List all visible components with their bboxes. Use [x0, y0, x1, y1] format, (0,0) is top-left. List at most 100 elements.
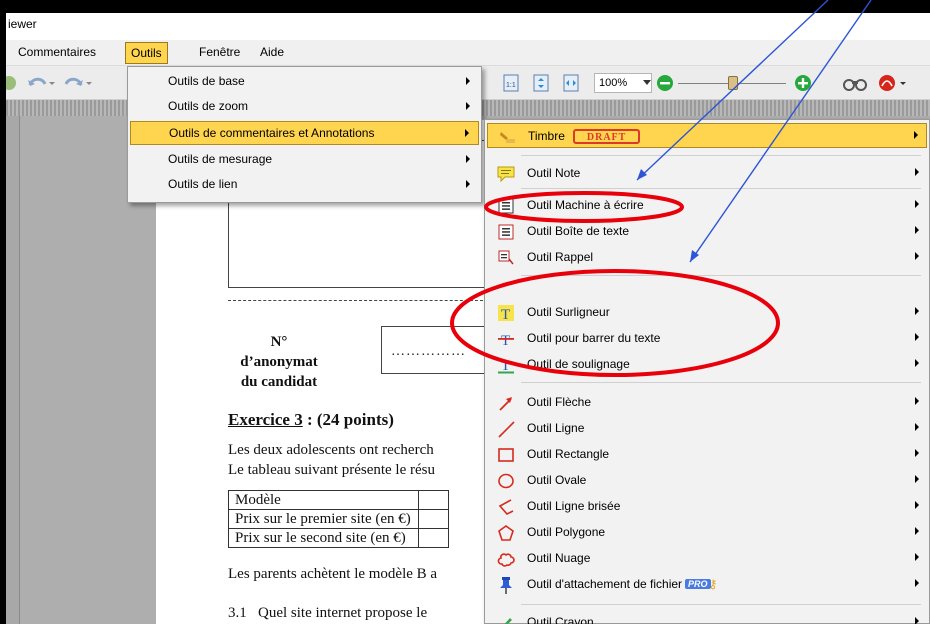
- menu-item-outil-surligneur[interactable]: T Outil Surligneur: [487, 300, 927, 325]
- menu-item-label: Outil Machine à écrire: [527, 198, 644, 212]
- submenu-arrow-icon: [915, 449, 919, 457]
- menu-item-label: Outils de commentaires et Annotations: [169, 126, 375, 140]
- table-row: Prix sur le second site (en €): [228, 528, 449, 548]
- menu-separator: [521, 382, 921, 383]
- menu-item-outil-soulignage[interactable]: T Outil de soulignage: [487, 352, 927, 377]
- menu-item-outil-rappel[interactable]: Outil Rappel: [487, 245, 927, 270]
- anonymat-line2: du candidat: [240, 374, 318, 390]
- table-cell: Prix sur le premier site (en €): [228, 509, 419, 529]
- menu-item-label: Outils de base: [168, 74, 245, 88]
- callout-icon: [498, 250, 514, 265]
- polygon-tool-icon: [498, 525, 514, 541]
- menu-item-outil-note[interactable]: Outil Note: [487, 161, 927, 186]
- redo-icon[interactable]: [64, 74, 94, 92]
- menu-item-label: Outil Polygone: [527, 525, 606, 539]
- menu-item-outil-attachement-fichier[interactable]: Outil d'attachement de fichier PRO⚷: [487, 572, 927, 597]
- menu-item-outil-machine-a-ecrire[interactable]: Outil Machine à écrire: [487, 193, 927, 218]
- pencil-icon: [504, 618, 512, 624]
- binoculars-icon[interactable]: [840, 74, 870, 92]
- table-row: Modèle: [228, 490, 449, 510]
- menu-commentaires[interactable]: Commentaires: [18, 45, 96, 59]
- fit-width-icon[interactable]: [562, 74, 580, 92]
- submenu-arrow-icon: [465, 129, 469, 137]
- cloud-tool-icon: [497, 553, 515, 567]
- menu-separator: [521, 604, 921, 605]
- textbox-icon: [498, 224, 514, 240]
- zoom-in-icon[interactable]: [794, 74, 812, 92]
- menu-item-label: Outils de mesurage: [168, 152, 273, 166]
- submenu-arrow-icon: [915, 501, 919, 509]
- table-row: Prix sur le premier site (en €): [228, 509, 449, 529]
- highlighter-icon: T: [498, 305, 514, 322]
- menu-item-outil-nuage[interactable]: Outil Nuage: [487, 546, 927, 571]
- menu-item-outils-de-base[interactable]: Outils de base: [130, 70, 479, 94]
- submenu-arrow-icon: [915, 475, 919, 483]
- menu-separator: [521, 275, 921, 276]
- anonymat-label: N° d’anonymat du candidat: [230, 332, 328, 392]
- submenu-arrow-icon: [915, 333, 919, 341]
- menu-bar: Commentaires Outils Fenêtre Aide: [6, 40, 930, 66]
- menu-item-outil-barrer-texte[interactable]: T Outil pour barrer du texte: [487, 326, 927, 351]
- table-cell: [418, 528, 449, 548]
- submenu-arrow-icon: [466, 155, 470, 163]
- menu-item-outil-ligne[interactable]: Outil Ligne: [487, 416, 927, 441]
- submenu-arrow-icon: [915, 579, 919, 587]
- paragraph-3: Les parents achètent le modèle B a: [228, 566, 438, 582]
- typewriter-icon: [498, 198, 514, 214]
- question-line: 3.1 Quel site internet propose le: [228, 605, 427, 622]
- note-icon: [497, 166, 515, 183]
- submenu-arrow-icon: [915, 226, 919, 234]
- submenu-arrow-icon: [915, 252, 919, 260]
- table-cell: Modèle: [228, 490, 419, 510]
- submenu-arrow-icon: [915, 397, 919, 405]
- anonymat-line1: N° d’anonymat: [240, 334, 318, 370]
- menu-item-outils-de-lien[interactable]: Outils de lien: [130, 173, 479, 197]
- acrobat-icon[interactable]: [878, 74, 908, 92]
- forward-nav-icon[interactable]: [6, 74, 18, 92]
- menu-item-label: Timbre: [528, 129, 565, 143]
- table-cell: Prix sur le second site (en €): [228, 528, 419, 548]
- menu-item-label: Outil Surligneur: [527, 305, 610, 319]
- fit-page-icon[interactable]: [532, 74, 550, 92]
- window-title: iewer: [8, 17, 37, 31]
- menu-separator: [521, 188, 921, 189]
- zoom-slider-thumb[interactable]: [728, 76, 738, 90]
- exercise-heading: Exercice 3 : (24 points): [228, 410, 394, 430]
- stamp-icon: [500, 132, 515, 143]
- rectangle-tool-icon: [498, 448, 514, 462]
- actual-size-icon[interactable]: 1:1: [502, 74, 520, 92]
- menu-outils[interactable]: Outils: [125, 42, 168, 64]
- menu-item-outil-ovale[interactable]: Outil Ovale: [487, 468, 927, 493]
- arrow-tool-icon: [499, 397, 512, 411]
- menu-item-outil-polygone[interactable]: Outil Polygone: [487, 520, 927, 545]
- question-number: 3.1: [228, 605, 247, 621]
- submenu-arrow-icon: [915, 617, 919, 624]
- annotations-submenu: Timbre DRAFT Outil Note Outil Machine à é…: [484, 119, 930, 624]
- svg-text:T: T: [501, 333, 510, 348]
- paragraph-2: Le tableau suivant présente le résu: [228, 462, 435, 478]
- menu-fenetre[interactable]: Fenêtre: [199, 45, 240, 59]
- menu-item-outil-ligne-brisee[interactable]: Outil Ligne brisée: [487, 494, 927, 519]
- menu-item-outils-de-mesurage[interactable]: Outils de mesurage: [130, 148, 479, 172]
- zoom-level-select[interactable]: 100%: [594, 73, 652, 93]
- chevron-down-icon: [643, 80, 651, 85]
- menu-aide[interactable]: Aide: [260, 45, 284, 59]
- undo-icon[interactable]: [26, 74, 56, 92]
- submenu-arrow-icon: [915, 168, 919, 176]
- menu-item-outil-rectangle[interactable]: Outil Rectangle: [487, 442, 927, 467]
- navigation-panel[interactable]: [6, 116, 20, 624]
- menu-item-label: Outil de soulignage: [527, 357, 630, 371]
- menu-item-outils-de-zoom[interactable]: Outils de zoom: [130, 95, 479, 119]
- table-cell: [418, 490, 449, 510]
- menu-item-outil-boite-de-texte[interactable]: Outil Boîte de texte: [487, 219, 927, 244]
- anonymat-dots: ……………: [391, 344, 466, 359]
- menu-item-outil-crayon[interactable]: Outil Crayon: [487, 610, 927, 624]
- submenu-arrow-icon: [915, 359, 919, 367]
- menu-item-timbre[interactable]: Timbre DRAFT: [487, 123, 927, 148]
- menu-item-outils-commentaires-annotations[interactable]: Outils de commentaires et Annotations: [130, 121, 479, 145]
- submenu-arrow-icon: [466, 77, 470, 85]
- zoom-out-icon[interactable]: [656, 74, 674, 92]
- menu-item-label: Outil pour barrer du texte: [527, 331, 661, 345]
- menu-item-outil-fleche[interactable]: Outil Flèche: [487, 390, 927, 415]
- paragraph-1: Les deux adolescents ont recherch: [228, 442, 434, 458]
